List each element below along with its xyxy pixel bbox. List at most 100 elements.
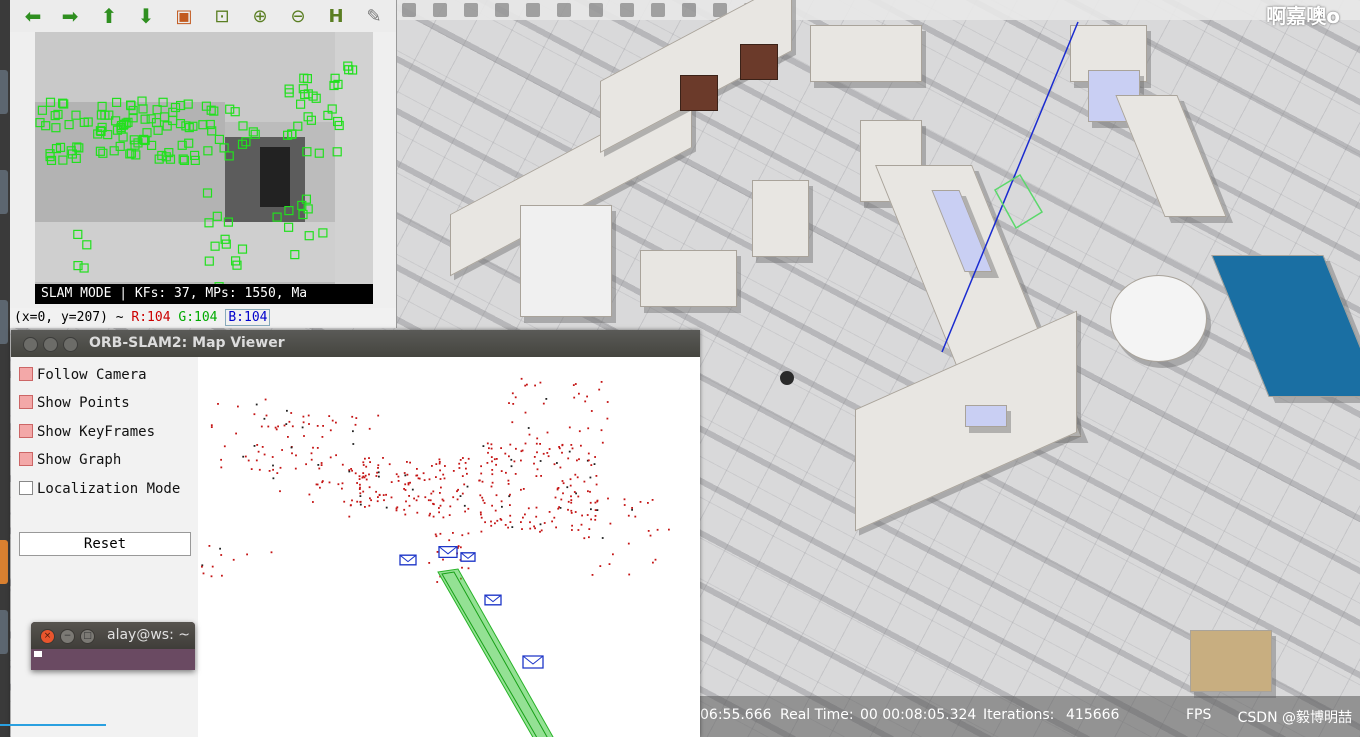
save-icon[interactable]: H xyxy=(324,4,348,28)
feature-point xyxy=(296,99,306,109)
checkbox[interactable] xyxy=(19,424,33,438)
map-point xyxy=(404,489,407,491)
map-point xyxy=(341,482,344,485)
feature-point xyxy=(79,263,89,273)
map-point xyxy=(416,468,418,470)
map-point xyxy=(368,427,371,430)
back-arrow-icon[interactable]: ⬅ xyxy=(21,4,45,28)
map-point xyxy=(576,476,579,479)
reset-button[interactable]: Reset xyxy=(19,532,191,556)
launcher-item[interactable] xyxy=(0,70,8,114)
map-point xyxy=(594,509,597,511)
map-point xyxy=(291,425,294,428)
close-icon[interactable] xyxy=(23,337,38,352)
fit-window-icon[interactable]: ⊡ xyxy=(210,4,234,28)
feature-point xyxy=(224,151,234,161)
map-point xyxy=(351,469,353,472)
map-point xyxy=(490,443,493,446)
brush-icon[interactable]: ✎ xyxy=(362,4,386,28)
option-show-points[interactable]: Show Points xyxy=(19,392,195,414)
launcher-item[interactable] xyxy=(0,170,8,214)
map-point xyxy=(294,467,297,470)
map-point xyxy=(494,509,497,512)
image-icon[interactable]: ▣ xyxy=(172,4,196,28)
checkbox[interactable] xyxy=(19,452,33,466)
map-point xyxy=(295,454,297,457)
map-point xyxy=(466,485,469,488)
maximize-icon[interactable]: □ xyxy=(80,629,95,644)
up-arrow-icon[interactable]: ⬆ xyxy=(97,4,121,28)
map-point xyxy=(348,515,351,518)
map-3d-canvas[interactable] xyxy=(198,357,700,737)
map-point xyxy=(480,465,482,468)
option-follow-camera[interactable]: Follow Camera xyxy=(19,364,195,386)
map-point xyxy=(557,507,560,510)
checkbox[interactable] xyxy=(19,395,33,409)
map-point xyxy=(286,409,288,412)
feature-point xyxy=(237,139,248,149)
zoom-out-icon[interactable]: ⊖ xyxy=(286,4,310,28)
map-point xyxy=(556,462,558,464)
map-point xyxy=(587,427,590,430)
map-point xyxy=(448,514,451,516)
feature-point xyxy=(73,261,83,271)
map-point xyxy=(594,515,597,517)
map-point xyxy=(428,478,431,481)
launcher-item[interactable] xyxy=(0,610,8,654)
map-point xyxy=(321,481,324,484)
option-show-keyframes[interactable]: Show KeyFrames xyxy=(19,421,195,443)
map-point xyxy=(578,392,580,395)
map-point xyxy=(578,458,580,461)
map-point xyxy=(524,411,527,414)
option-localization-mode[interactable]: Localization Mode xyxy=(19,478,195,500)
map-point xyxy=(539,381,542,384)
feature-point xyxy=(230,107,240,117)
map-point xyxy=(631,507,633,509)
map-point xyxy=(364,506,366,508)
map-point xyxy=(435,463,438,465)
checkbox[interactable] xyxy=(19,367,33,381)
map-point xyxy=(520,450,523,453)
map-point xyxy=(647,502,649,504)
map-viewer-titlebar[interactable]: ORB-SLAM2: Map Viewer xyxy=(11,330,700,357)
map-point xyxy=(572,384,575,386)
option-show-graph[interactable]: Show Graph xyxy=(19,449,195,471)
feature-point xyxy=(95,146,106,156)
minimize-icon[interactable]: − xyxy=(60,629,75,644)
map-point xyxy=(210,424,213,427)
map-point xyxy=(395,509,398,512)
launcher-item[interactable] xyxy=(0,300,8,344)
launcher-item[interactable] xyxy=(0,540,8,584)
map-point xyxy=(594,518,597,521)
map-point xyxy=(364,457,366,460)
map-point xyxy=(587,490,589,493)
down-arrow-icon[interactable]: ⬇ xyxy=(134,4,158,28)
zoom-in-icon[interactable]: ⊕ xyxy=(248,4,272,28)
map-point xyxy=(352,430,354,433)
forward-arrow-icon[interactable]: ➡ xyxy=(58,4,82,28)
map-point xyxy=(322,425,324,427)
map-point xyxy=(461,534,464,537)
map-point xyxy=(416,474,419,477)
map-point xyxy=(535,515,538,518)
terminal-titlebar[interactable]: × − □ alay@ws: ~ xyxy=(31,622,195,649)
robot[interactable] xyxy=(780,371,794,385)
maximize-icon[interactable] xyxy=(63,337,78,352)
terminal-body[interactable] xyxy=(31,649,195,670)
map-point xyxy=(490,524,493,527)
map-point xyxy=(279,466,282,469)
map-point xyxy=(573,396,576,399)
minimize-icon[interactable] xyxy=(43,337,58,352)
map-point xyxy=(654,558,657,561)
map-point xyxy=(356,500,359,503)
close-icon[interactable]: × xyxy=(40,629,55,644)
map-point xyxy=(535,442,538,445)
map-point xyxy=(510,458,513,461)
feature-point xyxy=(212,211,222,221)
map-point xyxy=(459,495,462,497)
map-point xyxy=(480,472,483,475)
map-point xyxy=(388,463,391,466)
map-point xyxy=(467,507,470,510)
map-point xyxy=(566,486,569,489)
checkbox[interactable] xyxy=(19,481,33,495)
